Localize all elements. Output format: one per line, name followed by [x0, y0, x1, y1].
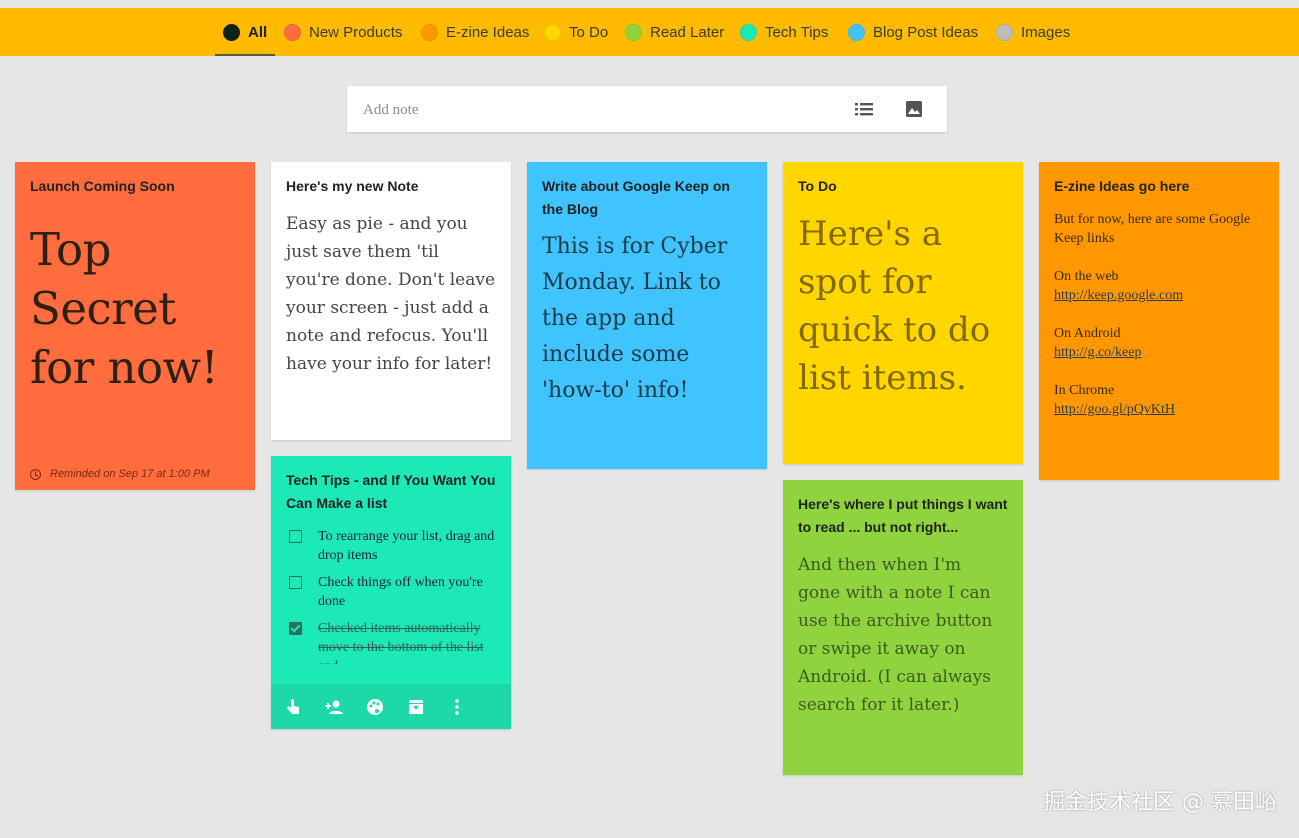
filter-label: To Do — [569, 23, 609, 41]
filter-new-products[interactable]: New Products — [284, 8, 402, 56]
keep-android-link[interactable]: http://g.co/keep — [1054, 345, 1141, 360]
checklist: To rearrange your list, drag and drop it… — [286, 519, 496, 664]
checklist-item[interactable]: To rearrange your list, drag and drop it… — [286, 527, 496, 565]
checkbox-checked[interactable] — [289, 622, 302, 635]
big-line: Secret — [30, 282, 176, 335]
note-read-later[interactable]: Here's where I put things I want to read… — [783, 480, 1023, 775]
link-label: On the web — [1054, 269, 1119, 284]
filter-to-do[interactable]: To Do — [544, 8, 608, 56]
filter-ezine-ideas[interactable]: E-zine Ideas — [421, 8, 529, 56]
note-body: Easy as pie - and you just save them 'ti… — [286, 214, 496, 374]
todo-color-dot — [544, 23, 561, 41]
filter-label: Tech Tips — [765, 23, 829, 41]
note-ezine-ideas[interactable]: E-zine Ideas go here But for now, here a… — [1039, 162, 1279, 480]
note-big-text: Top Secret for now! — [30, 220, 240, 397]
keep-web-link[interactable]: http://keep.google.com — [1054, 288, 1183, 303]
big-line: Top — [30, 223, 111, 276]
reminder[interactable]: Reminded on Sep 17 at 1:00 PM — [30, 468, 210, 480]
big-line: list items. — [798, 358, 967, 398]
note-body: This is for Cyber Monday. Link to the ap… — [542, 234, 728, 403]
note-title: Here's my new Note — [286, 178, 419, 194]
palette-icon[interactable] — [365, 697, 385, 717]
new-products-color-dot — [284, 23, 301, 41]
list-icon[interactable] — [854, 99, 874, 119]
note-title: Write about Google Keep on the Blog — [542, 178, 730, 217]
filter-label: Blog Post Ideas — [873, 23, 979, 41]
watermark: 掘金技术社区 @ 慕田峪 — [1043, 790, 1277, 815]
filter-label: Read Later — [650, 23, 725, 41]
blog-color-dot — [848, 23, 865, 41]
add-note-input[interactable] — [361, 98, 805, 122]
note-new-note[interactable]: Here's my new Note Easy as pie - and you… — [271, 162, 511, 440]
filter-label: E-zine Ideas — [446, 23, 530, 41]
note-blog[interactable]: Write about Google Keep on the Blog This… — [527, 162, 767, 469]
add-note-bar — [347, 86, 947, 132]
archive-icon[interactable] — [406, 697, 426, 717]
checklist-item-text: Checked items automatically move to the … — [318, 621, 484, 664]
note-body: And then when I'm gone with a note I can… — [798, 555, 993, 715]
note-toolbar — [271, 684, 511, 729]
big-line: for now! — [30, 341, 219, 394]
note-title: Here's where I put things I want to read… — [798, 496, 1008, 535]
big-line: spot for — [798, 262, 932, 302]
clock-icon — [30, 468, 41, 480]
big-line: Here's a — [798, 214, 943, 254]
checklist-item[interactable]: Check things off when you're done — [286, 573, 496, 611]
read-later-color-dot — [625, 23, 642, 41]
filter-all[interactable]: All — [215, 8, 276, 56]
touch-icon[interactable] — [283, 697, 303, 717]
checkbox[interactable] — [289, 576, 302, 589]
checklist-item-checked[interactable]: Checked items automatically move to the … — [286, 619, 496, 664]
active-underline — [215, 54, 276, 56]
checklist-item-text: To rearrange your list, drag and drop it… — [318, 529, 495, 563]
filter-label: New Products — [309, 23, 403, 41]
filter-read-later[interactable]: Read Later — [625, 8, 724, 56]
note-to-do[interactable]: To Do Here's a spot for quick to do list… — [783, 162, 1023, 464]
filter-images[interactable]: Images — [996, 8, 1070, 56]
all-color-dot — [223, 23, 240, 41]
note-launch-coming-soon[interactable]: Launch Coming Soon Top Secret for now! R… — [15, 162, 255, 490]
add-person-icon[interactable] — [324, 697, 344, 717]
note-big-text: Here's a spot for quick to do list items… — [798, 210, 1008, 402]
filter-label: All — [248, 23, 268, 41]
reminder-text: Reminded on Sep 17 at 1:00 PM — [50, 468, 210, 480]
link-group-android: On Android http://g.co/keep — [1054, 324, 1264, 362]
more-icon[interactable] — [447, 697, 467, 717]
link-group-web: On the web http://keep.google.com — [1054, 267, 1264, 305]
checkbox[interactable] — [289, 530, 302, 543]
note-body: But for now, here are some Google Keep l… — [1054, 210, 1264, 419]
ezine-color-dot — [421, 23, 438, 41]
link-label: On Android — [1054, 326, 1121, 341]
note-title: E-zine Ideas go here — [1054, 178, 1190, 194]
note-title: To Do — [798, 178, 837, 194]
checklist-item-text: Check things off when you're done — [318, 575, 483, 609]
image-icon[interactable] — [904, 99, 924, 119]
keep-chrome-link[interactable]: http://goo.gl/pQvKtH — [1054, 402, 1175, 417]
filter-blog-post-ideas[interactable]: Blog Post Ideas — [848, 8, 978, 56]
note-title: Tech Tips - and If You Want You Can Make… — [286, 472, 496, 511]
filter-label: Images — [1021, 23, 1071, 41]
label-filter-bar: All New Products E-zine Ideas To Do Read… — [0, 8, 1299, 56]
note-title: Launch Coming Soon — [30, 178, 175, 194]
link-label: In Chrome — [1054, 383, 1115, 398]
note-intro: But for now, here are some Google Keep l… — [1054, 212, 1251, 246]
big-line: quick to do — [798, 310, 991, 350]
images-color-dot — [996, 23, 1013, 41]
filter-tech-tips[interactable]: Tech Tips — [740, 8, 828, 56]
link-group-chrome: In Chrome http://goo.gl/pQvKtH — [1054, 381, 1264, 419]
note-tech-tips[interactable]: Tech Tips - and If You Want You Can Make… — [271, 456, 511, 729]
tech-tips-color-dot — [740, 23, 757, 41]
